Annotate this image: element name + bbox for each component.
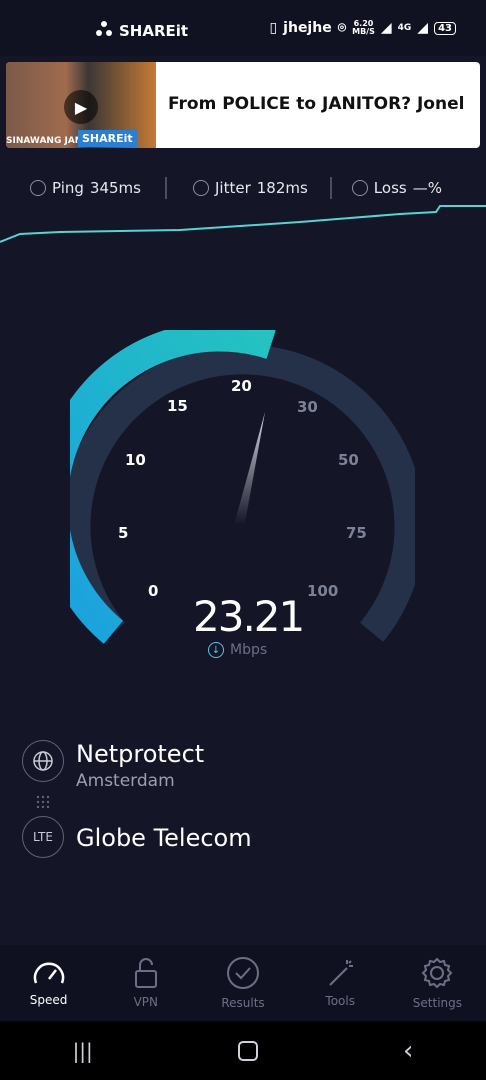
jitter-metric: Jitter 182ms [192, 179, 308, 197]
speedometer-icon [33, 962, 64, 984]
magic-wand-icon [329, 960, 354, 986]
carrier-badge: LTE [22, 816, 64, 858]
lock-icon [134, 958, 157, 988]
vibrate-icon: ▯ [269, 20, 278, 36]
tick-5: 5 [118, 524, 129, 542]
net-speed: 6.20 MB/S [352, 19, 375, 36]
shareit-icon [95, 20, 113, 42]
jitter-icon [192, 180, 209, 196]
shareit-status: SHAREit [95, 20, 188, 42]
tab-results[interactable]: Results [194, 945, 291, 1021]
server-name[interactable]: Netprotect [76, 740, 204, 768]
system-nav-bar: ||| ‹ [0, 1021, 486, 1080]
tab-label: Results [221, 996, 265, 1010]
download-icon: ↓ [208, 642, 224, 658]
check-circle-icon [227, 957, 259, 989]
recents-icon[interactable]: ||| [73, 1039, 93, 1063]
tab-speed[interactable]: Speed [0, 945, 97, 1021]
speed-history-line [0, 205, 486, 243]
tick-15: 15 [167, 397, 188, 415]
tick-75: 75 [346, 524, 367, 542]
loss-icon [351, 180, 368, 196]
tick-10: 10 [125, 451, 146, 469]
network-type: 4G [397, 23, 412, 33]
gauge-needle [234, 412, 265, 525]
tab-label: Speed [29, 993, 68, 1007]
home-icon[interactable] [237, 1040, 258, 1061]
ad-headline[interactable]: From POLICE to JANITOR? Jonel [168, 94, 464, 114]
gear-icon [421, 957, 453, 989]
ad-image-caption: SINAWANG JAN [6, 136, 83, 146]
loss-metric: Loss —% [351, 179, 442, 197]
user-label: jhejhe [283, 20, 332, 36]
loss-value: —% [412, 179, 442, 197]
tick-100: 100 [307, 582, 339, 600]
server-globe[interactable] [22, 740, 64, 782]
status-right: ▯ jhejhe ⌾ 6.20 MB/S ◢ 4G ◢ 43 [269, 20, 456, 36]
tab-settings[interactable]: Settings [389, 945, 486, 1021]
tab-label: Tools [325, 994, 355, 1008]
loss-label: Loss [373, 179, 407, 197]
ping-metric: Ping 345ms [30, 179, 141, 197]
speed-unit: ↓ Mbps [208, 642, 267, 658]
ping-label: Ping [52, 179, 84, 197]
jitter-label: Jitter [214, 179, 251, 197]
play-icon: ▶ [64, 90, 98, 124]
tab-label: Settings [412, 996, 463, 1010]
status-bar: SHAREit ▯ jhejhe ⌾ 6.20 MB/S ◢ 4G ◢ 43 [0, 0, 486, 56]
tab-vpn[interactable]: VPN [97, 945, 194, 1021]
speed-value: 23.21 [193, 592, 305, 641]
ad-banner[interactable]: ▶ SINAWANG JAN SHAREit From POLICE to JA… [6, 62, 480, 148]
location-icon: ⌾ [337, 20, 347, 36]
lte-icon: LTE [22, 816, 64, 858]
tick-0: 0 [148, 582, 159, 600]
connector-dots [36, 795, 50, 809]
tick-50: 50 [338, 451, 359, 469]
signal-icon: ◢ [380, 20, 392, 36]
ping-value: 345ms [89, 179, 141, 197]
bottom-tab-bar: Speed VPN Results Tools Settings [0, 945, 486, 1021]
tick-30: 30 [297, 398, 318, 416]
ping-icon [30, 180, 46, 196]
battery-indicator: 43 [434, 21, 456, 35]
globe-icon [22, 740, 64, 782]
tab-tools[interactable]: Tools [292, 945, 389, 1021]
jitter-value: 182ms [256, 179, 308, 197]
server-location: Amsterdam [76, 771, 175, 791]
speed-unit-label: Mbps [230, 642, 268, 658]
carrier-name: Globe Telecom [76, 824, 252, 852]
signal-icon-2: ◢ [417, 20, 429, 36]
back-icon[interactable]: ‹ [403, 1036, 413, 1066]
tab-label: VPN [133, 995, 159, 1009]
tick-20: 20 [231, 377, 252, 395]
shareit-label: SHAREit [119, 22, 189, 40]
ad-badge: SHAREit [78, 130, 137, 147]
